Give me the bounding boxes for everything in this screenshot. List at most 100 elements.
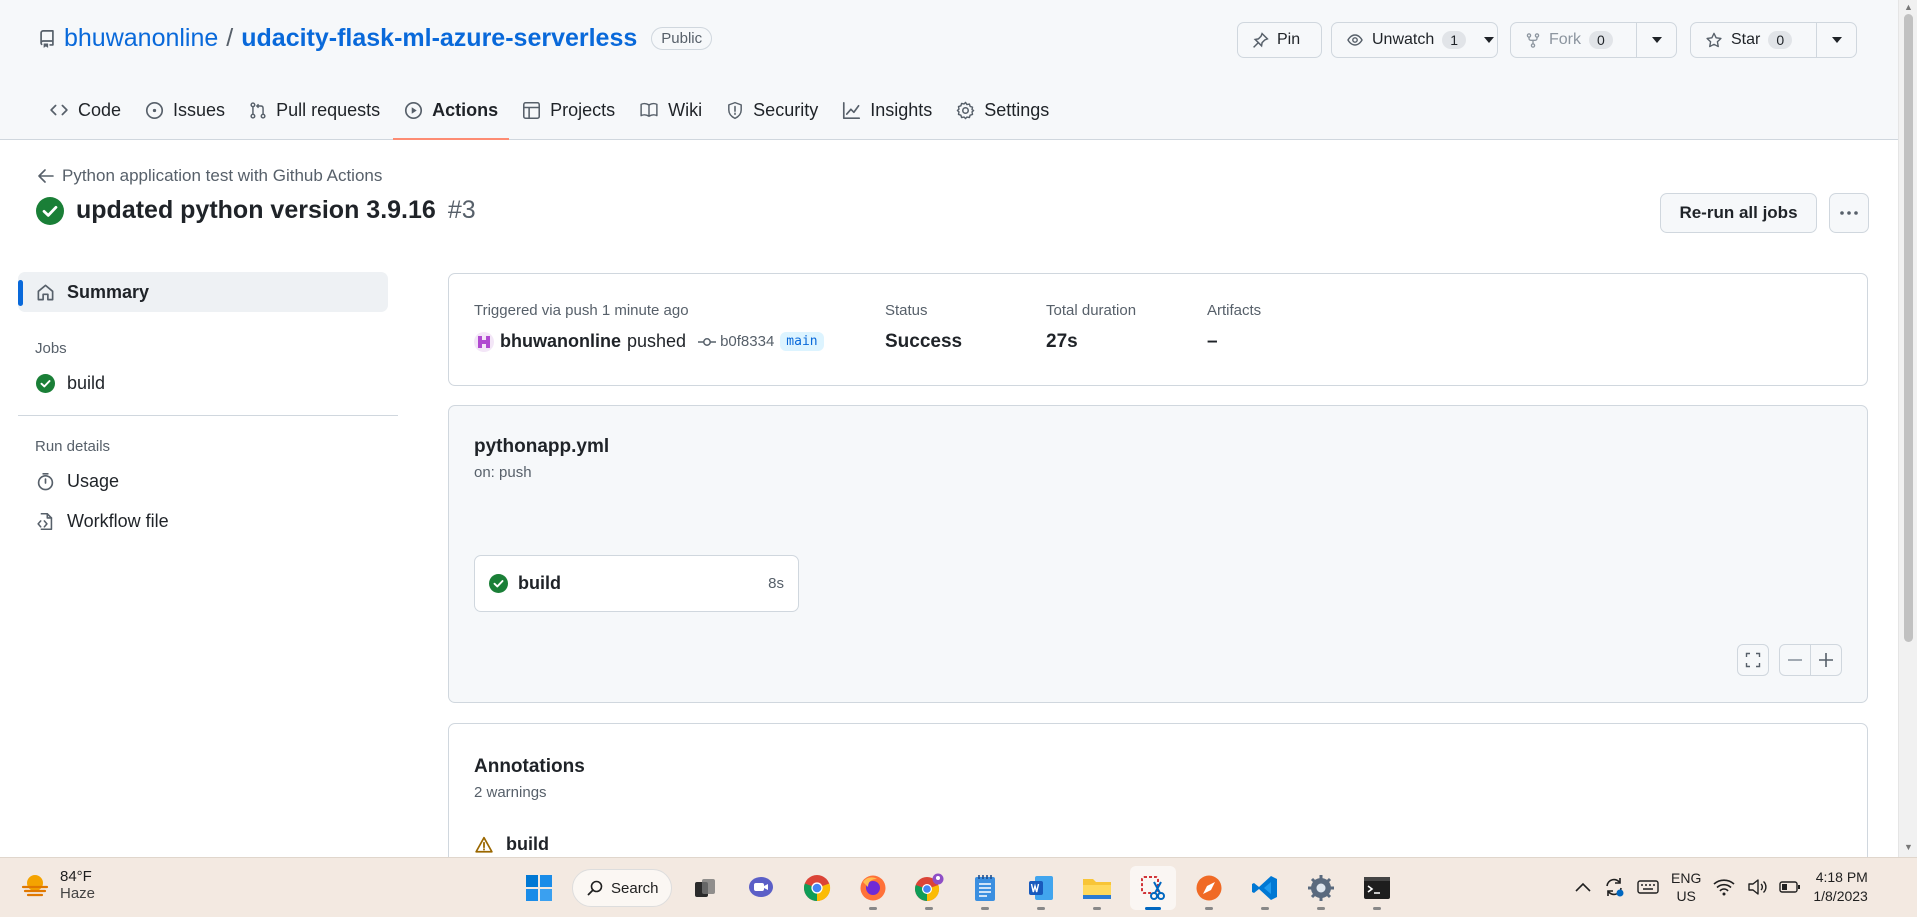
commit-sha-link[interactable]: b0f8334: [698, 333, 774, 350]
chevron-up-icon[interactable]: [1575, 882, 1591, 892]
check-circle-icon: [36, 373, 55, 393]
file-code-icon: [36, 512, 55, 531]
windows-taskbar: 84°F Haze Search ENG US 4:18 PM 1/8/2023: [0, 857, 1917, 917]
volume-icon[interactable]: [1747, 878, 1767, 896]
pin-button[interactable]: Pin: [1237, 22, 1322, 58]
check-circle-icon: [36, 196, 64, 225]
taskbar-terminal[interactable]: [1354, 866, 1400, 910]
sidebar-item-build-job[interactable]: build: [18, 363, 388, 403]
play-icon: [404, 101, 423, 120]
repo-name-link[interactable]: udacity-flask-ml-azure-serverless: [241, 24, 637, 53]
running-indicator: [1373, 907, 1381, 910]
tab-label: Wiki: [668, 99, 703, 120]
task-view-button[interactable]: [682, 866, 728, 910]
task-view-icon: [693, 876, 717, 900]
taskbar-word[interactable]: [1018, 866, 1064, 910]
system-tray: ENG US 4:18 PM 1/8/2023: [1575, 868, 1868, 906]
taskbar-apps: Search: [516, 866, 1400, 910]
page-scrollbar[interactable]: ▲ ▼: [1898, 0, 1917, 857]
status-label: Status: [885, 302, 928, 319]
taskbar-chrome-profile[interactable]: [906, 866, 952, 910]
settings-gear-icon: [1307, 874, 1335, 902]
rerun-all-jobs-button[interactable]: Re-run all jobs: [1660, 193, 1817, 233]
sidebar-item-workflow-file[interactable]: Workflow file: [18, 501, 388, 541]
taskbar-meet-app[interactable]: [738, 866, 784, 910]
taskbar-settings[interactable]: [1298, 866, 1344, 910]
sidebar-item-usage[interactable]: Usage: [18, 461, 388, 501]
job-duration: 8s: [768, 575, 784, 592]
annotation-item[interactable]: build: [474, 834, 549, 855]
language-code: ENG: [1671, 870, 1702, 886]
status-info: Status Success: [885, 302, 962, 353]
zoom-out-button[interactable]: [1779, 644, 1811, 676]
duration-label: Total duration: [1046, 302, 1137, 319]
wifi-icon[interactable]: [1713, 878, 1735, 896]
avatar[interactable]: [474, 331, 494, 352]
running-indicator: [925, 907, 933, 910]
trigger-info: Triggered via push 1 minute ago bhuwanon…: [474, 302, 824, 352]
tab-actions[interactable]: Actions: [393, 90, 510, 140]
weather-condition: Haze: [60, 885, 96, 902]
issue-icon: [145, 101, 164, 120]
scroll-up-icon[interactable]: ▲: [1904, 2, 1913, 12]
graph-icon: [842, 101, 861, 120]
sidebar-divider: [18, 415, 398, 416]
taskbar-file-explorer[interactable]: [1074, 866, 1120, 910]
tab-wiki[interactable]: Wiki: [628, 90, 713, 130]
sidebar-item-label: Workflow file: [67, 510, 169, 531]
plus-icon: [1819, 653, 1833, 667]
sidebar-item-summary[interactable]: Summary: [18, 272, 388, 312]
taskbar-snipping-tool[interactable]: [1130, 866, 1176, 910]
sync-icon[interactable]: [1603, 876, 1625, 898]
taskbar-search[interactable]: Search: [572, 869, 672, 907]
tab-projects[interactable]: Projects: [511, 90, 626, 130]
scroll-thumb[interactable]: [1904, 14, 1913, 642]
actor-link[interactable]: bhuwanonline: [500, 331, 621, 352]
keyboard-icon[interactable]: [1637, 879, 1659, 895]
fork-dropdown[interactable]: [1636, 23, 1676, 57]
zoom-in-button[interactable]: [1810, 644, 1842, 676]
video-chat-icon: [747, 875, 775, 901]
tab-security[interactable]: Security: [715, 90, 829, 130]
code-icon: [49, 101, 69, 119]
repo-separator: /: [226, 24, 234, 52]
fullscreen-button[interactable]: [1737, 644, 1769, 676]
system-clock[interactable]: 4:18 PM 1/8/2023: [1813, 868, 1868, 906]
jobs-heading: Jobs: [35, 340, 67, 357]
job-name: build: [518, 573, 561, 593]
tab-label: Pull requests: [276, 99, 381, 120]
run-summary-card: Triggered via push 1 minute ago bhuwanon…: [448, 273, 1868, 386]
tab-insights[interactable]: Insights: [831, 90, 943, 130]
start-button[interactable]: [516, 866, 562, 910]
running-indicator: [1261, 907, 1269, 910]
run-number: #3: [447, 196, 476, 224]
star-button[interactable]: Star 0: [1690, 22, 1857, 58]
unwatch-dropdown[interactable]: [1480, 23, 1497, 57]
weather-widget[interactable]: 84°F Haze: [20, 868, 95, 902]
more-options-button[interactable]: [1829, 193, 1869, 233]
windows-logo-icon: [525, 874, 553, 902]
taskbar-firefox[interactable]: [850, 866, 896, 910]
word-icon: [1027, 874, 1055, 902]
star-dropdown[interactable]: [1816, 23, 1856, 57]
tab-pull-requests[interactable]: Pull requests: [238, 90, 391, 130]
tab-code[interactable]: Code: [38, 90, 132, 130]
repo-owner-link[interactable]: bhuwanonline: [64, 24, 218, 53]
job-node-build[interactable]: build 8s: [474, 555, 799, 612]
workflow-name: Python application test with Github Acti…: [62, 166, 383, 185]
battery-icon[interactable]: [1779, 880, 1801, 894]
taskbar-vscode[interactable]: [1242, 866, 1288, 910]
taskbar-app-orange[interactable]: [1186, 866, 1232, 910]
running-indicator: [1037, 907, 1045, 910]
taskbar-chrome[interactable]: [794, 866, 840, 910]
unwatch-button[interactable]: Unwatch 1: [1331, 22, 1498, 58]
tab-issues[interactable]: Issues: [134, 90, 236, 130]
tab-settings[interactable]: Settings: [945, 90, 1060, 130]
branch-label[interactable]: main: [780, 332, 824, 351]
fork-button[interactable]: Fork 0: [1510, 22, 1677, 58]
stopwatch-icon: [36, 472, 55, 491]
language-indicator[interactable]: ENG US: [1671, 869, 1701, 905]
workflow-back-link[interactable]: Python application test with Github Acti…: [38, 166, 382, 186]
taskbar-notepad[interactable]: [962, 866, 1008, 910]
scroll-down-icon[interactable]: ▼: [1904, 842, 1913, 852]
